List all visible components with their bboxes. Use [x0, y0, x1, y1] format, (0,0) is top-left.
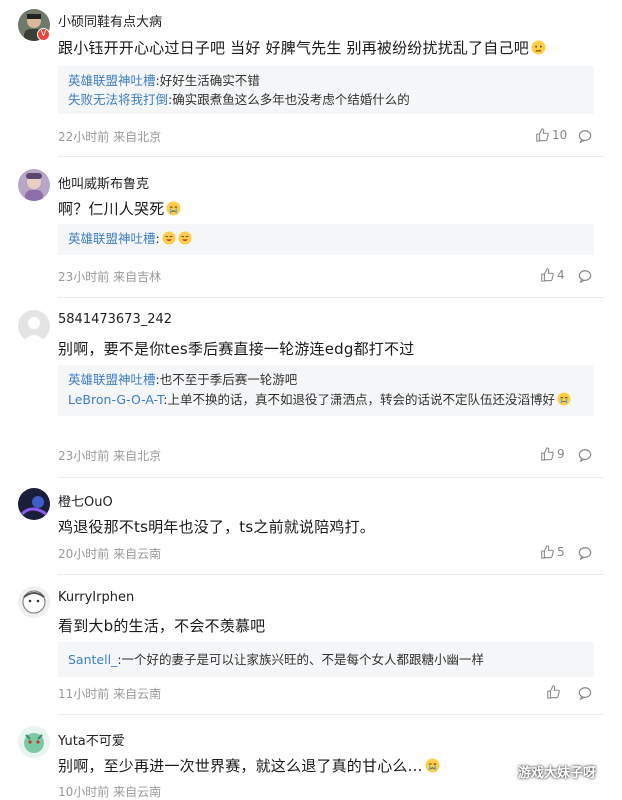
avatar[interactable]: [18, 726, 50, 758]
comment-item: 5841473673_242 别啊，要不是你tes季后赛直接一轮游连edg都打不…: [0, 298, 622, 478]
reply-text: :一个好的妻子是可以让家族兴旺的、不是每个女人都跟糖小幽一样: [117, 652, 485, 667]
username[interactable]: Yuta不可爱: [58, 730, 125, 749]
comment-bubble-icon[interactable]: [578, 269, 592, 283]
watermark-text: 游戏大妹子呀: [518, 766, 597, 781]
comment-meta: 11小时前 来自云南: [58, 687, 162, 701]
comment-bubble-icon[interactable]: [578, 546, 592, 560]
like-count: 5: [557, 545, 565, 559]
reply-item: Santell_:一个好的妻子是可以让家族兴旺的、不是每个女人都跟糖小幽一样: [68, 647, 584, 672]
reply-item: 英雄联盟神吐槽:: [68, 229, 584, 250]
reply-username[interactable]: 英雄联盟神吐槽: [68, 231, 156, 246]
username[interactable]: KurryIrphen: [58, 590, 134, 605]
comment-text: 跟小钰开开心心过日子吧 当好 好脾气先生 别再被纷纷扰扰乱了自己吧: [58, 37, 546, 59]
comment-item: KurryIrphen 看到大b的生活，不会不羡慕吧 Santell_:一个好的…: [0, 575, 622, 715]
avatar[interactable]: [18, 488, 50, 520]
emoji-face-icon: [531, 40, 546, 59]
comment-bubble-icon[interactable]: [578, 129, 592, 143]
reply-item: 英雄联盟神吐槽:好好生活确实不错: [68, 71, 584, 90]
reply-list: 英雄联盟神吐槽:也不至于季后赛一轮游吧 LeBron-G-O-A-T:上单不换的…: [58, 365, 594, 416]
thumbs-up-icon: [536, 128, 549, 142]
reply-item: 失败无法将我打倒:确实跟煮鱼这么多年也没考虑个结婚什么的: [68, 90, 584, 109]
reply-text: :好好生活确实不错: [155, 73, 260, 88]
thumbs-up-icon: [541, 545, 554, 559]
like-count: 10: [552, 128, 568, 142]
reply-username[interactable]: 英雄联盟神吐槽: [68, 73, 156, 88]
like-button[interactable]: 10: [535, 128, 567, 142]
like-button[interactable]: [546, 685, 563, 699]
verified-badge: V: [37, 28, 50, 41]
laughing-emoji-icon: [178, 231, 192, 250]
reply-username[interactable]: 失败无法将我打倒: [68, 92, 168, 107]
comment-text: 看到大b的生活，不会不羡慕吧: [58, 617, 266, 635]
reply-list: Santell_:一个好的妻子是可以让家族兴旺的、不是每个女人都跟糖小幽一样: [58, 642, 594, 677]
avatar[interactable]: [18, 586, 50, 618]
comment-item: V 小硕同鞋有点大病 跟小钰开开心心过日子吧 当好 好脾气先生 别再被纷纷扰扰乱…: [0, 0, 622, 157]
comment-text-content: 啊？仁川人哭死: [58, 200, 165, 218]
comment-meta: 23小时前 来自北京: [58, 449, 162, 463]
reply-list: 英雄联盟神吐槽:好好生活确实不错 失败无法将我打倒:确实跟煮鱼这么多年也没考虑个…: [58, 66, 594, 114]
like-button[interactable]: 5: [540, 545, 565, 559]
comment-text: 别啊，要不是你tes季后赛直接一轮游连edg都打不过: [58, 340, 415, 358]
avatar[interactable]: [18, 169, 50, 201]
username[interactable]: 小硕同鞋有点大病: [58, 11, 162, 30]
comment-meta: 10小时前 来自云南: [58, 785, 162, 799]
reply-username[interactable]: LeBron-G-O-A-T: [68, 392, 163, 407]
comment-item: 橙七OuO 鸡退役那不ts明年也没了，ts之前就说陪鸡打。 20小时前 来自云南…: [0, 478, 622, 575]
reply-username[interactable]: 英雄联盟神吐槽: [68, 372, 156, 387]
comment-meta: 23小时前 来自吉林: [58, 270, 162, 284]
reply-text: :上单不换的话，真不如退役了潇洒点，转会的话说不定队伍还没滔博好: [163, 392, 556, 407]
comment-item: 他叫威斯布鲁克 啊？仁川人哭死 英雄联盟神吐槽: 23小时前 来自吉林 4: [0, 157, 622, 298]
crying-emoji-icon: [424, 758, 440, 777]
like-button[interactable]: 4: [540, 268, 565, 282]
comment-meta: 22小时前 来自北京: [58, 130, 162, 144]
reply-list: 英雄联盟神吐槽:: [58, 224, 594, 255]
avatar[interactable]: [18, 310, 50, 342]
reply-item: 英雄联盟神吐槽:也不至于季后赛一轮游吧: [68, 370, 584, 389]
comment-text-content: 别啊，至少再进一次世界赛，就这么退了真的甘心么...: [58, 757, 423, 775]
like-button[interactable]: 9: [540, 447, 565, 461]
thumbs-up-icon: [547, 685, 560, 699]
reply-text: :也不至于季后赛一轮游吧: [155, 372, 298, 387]
comment-text: 别啊，至少再进一次世界赛，就这么退了真的甘心么...: [58, 755, 440, 777]
thumbs-up-icon: [541, 447, 554, 461]
comment-bubble-icon[interactable]: [578, 686, 592, 700]
crying-emoji-icon: [166, 201, 181, 220]
comment-meta: 20小时前 来自云南: [58, 547, 162, 561]
comment-text-content: 跟小钰开开心心过日子吧 当好 好脾气先生 别再被纷纷扰扰乱了自己吧: [58, 39, 529, 57]
username[interactable]: 5841473673_242: [58, 312, 172, 327]
comment-text: 啊？仁川人哭死: [58, 198, 181, 220]
reply-text: :确实跟煮鱼这么多年也没考虑个结婚什么的: [168, 92, 410, 107]
comment-text: 鸡退役那不ts明年也没了，ts之前就说陪鸡打。: [58, 518, 375, 536]
username[interactable]: 他叫威斯布鲁克: [58, 173, 149, 192]
username[interactable]: 橙七OuO: [58, 491, 113, 510]
laughing-emoji-icon: [162, 231, 176, 250]
like-count: 4: [557, 268, 565, 282]
like-count: 9: [557, 447, 565, 461]
reply-username[interactable]: Santell_: [68, 652, 117, 667]
reply-text: :: [155, 231, 160, 246]
reply-item: LeBron-G-O-A-T:上单不换的话，真不如退役了潇洒点，转会的话说不定队…: [68, 389, 584, 411]
crying-emoji-icon: [557, 392, 571, 411]
thumbs-up-icon: [541, 268, 554, 282]
comment-bubble-icon[interactable]: [578, 448, 592, 462]
